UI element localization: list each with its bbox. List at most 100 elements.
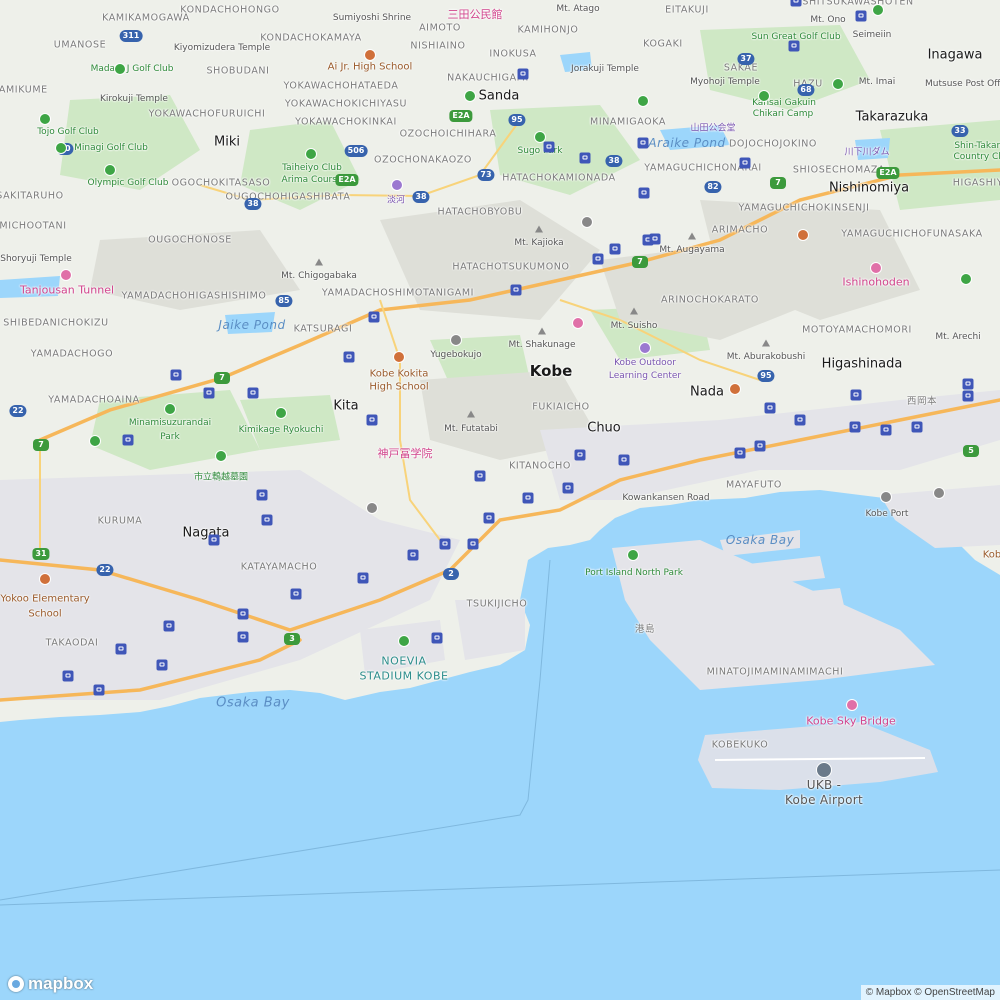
poi-marker-icon[interactable] bbox=[393, 351, 405, 363]
train-station-icon[interactable] bbox=[431, 632, 443, 644]
train-station-icon[interactable] bbox=[247, 387, 259, 399]
poi-marker-icon[interactable] bbox=[581, 216, 593, 228]
train-station-icon[interactable] bbox=[754, 440, 766, 452]
poi-marker-icon[interactable] bbox=[960, 273, 972, 285]
train-station-icon[interactable] bbox=[739, 157, 751, 169]
train-station-icon[interactable] bbox=[649, 233, 661, 245]
mapbox-logo-text: mapbox bbox=[28, 974, 94, 993]
poi-marker-icon[interactable] bbox=[572, 317, 584, 329]
poi-marker-icon[interactable] bbox=[464, 90, 476, 102]
train-station-icon[interactable] bbox=[788, 40, 800, 52]
route-shield: E2A bbox=[876, 167, 900, 179]
route-shield: 2 bbox=[443, 568, 459, 580]
train-station-icon[interactable] bbox=[407, 549, 419, 561]
poi-marker-icon[interactable] bbox=[797, 229, 809, 241]
route-shield: 82 bbox=[704, 181, 722, 193]
train-station-icon[interactable] bbox=[62, 670, 74, 682]
train-station-icon[interactable] bbox=[261, 514, 273, 526]
train-station-icon[interactable] bbox=[439, 538, 451, 550]
train-station-icon[interactable] bbox=[237, 608, 249, 620]
train-station-icon[interactable] bbox=[609, 243, 621, 255]
poi-marker-icon[interactable] bbox=[846, 699, 858, 711]
train-station-icon[interactable] bbox=[156, 659, 168, 671]
poi-marker-icon[interactable] bbox=[391, 179, 403, 191]
train-station-icon[interactable] bbox=[366, 414, 378, 426]
poi-marker-icon[interactable] bbox=[832, 78, 844, 90]
train-station-icon[interactable] bbox=[579, 152, 591, 164]
poi-marker-icon[interactable] bbox=[39, 573, 51, 585]
train-station-icon[interactable] bbox=[574, 449, 586, 461]
poi-marker-icon[interactable] bbox=[639, 342, 651, 354]
train-station-icon[interactable] bbox=[517, 68, 529, 80]
poi-marker-icon[interactable] bbox=[104, 164, 116, 176]
train-station-icon[interactable] bbox=[962, 390, 974, 402]
poi-marker-icon[interactable] bbox=[872, 4, 884, 16]
train-station-icon[interactable] bbox=[368, 311, 380, 323]
map-canvas[interactable] bbox=[0, 0, 1000, 1000]
train-station-icon[interactable] bbox=[855, 10, 867, 22]
train-station-icon[interactable] bbox=[592, 253, 604, 265]
poi-marker-icon[interactable] bbox=[39, 113, 51, 125]
poi-marker-icon[interactable] bbox=[164, 403, 176, 415]
train-station-icon[interactable] bbox=[163, 620, 175, 632]
train-station-icon[interactable] bbox=[474, 470, 486, 482]
poi-marker-icon[interactable] bbox=[870, 262, 882, 274]
train-station-icon[interactable] bbox=[962, 378, 974, 390]
train-station-icon[interactable] bbox=[357, 572, 369, 584]
poi-marker-icon[interactable] bbox=[627, 549, 639, 561]
train-station-icon[interactable] bbox=[290, 588, 302, 600]
train-station-icon[interactable] bbox=[256, 489, 268, 501]
train-station-icon[interactable] bbox=[618, 454, 630, 466]
train-station-icon[interactable] bbox=[850, 389, 862, 401]
poi-marker-icon[interactable] bbox=[305, 148, 317, 160]
route-shield: 68 bbox=[797, 84, 815, 96]
poi-marker-icon[interactable] bbox=[55, 142, 67, 154]
poi-marker-icon[interactable] bbox=[275, 407, 287, 419]
mapbox-logo-icon bbox=[8, 976, 24, 992]
train-station-icon[interactable] bbox=[734, 447, 746, 459]
train-station-icon[interactable] bbox=[543, 141, 555, 153]
poi-marker-icon[interactable] bbox=[933, 487, 945, 499]
train-station-icon[interactable] bbox=[764, 402, 776, 414]
poi-marker-icon[interactable] bbox=[364, 49, 376, 61]
train-station-icon[interactable] bbox=[911, 421, 923, 433]
train-station-icon[interactable] bbox=[208, 534, 220, 546]
train-station-icon[interactable] bbox=[562, 482, 574, 494]
poi-marker-icon[interactable] bbox=[60, 269, 72, 281]
mapbox-logo[interactable]: mapbox bbox=[8, 974, 93, 994]
train-station-icon[interactable] bbox=[115, 643, 127, 655]
poi-marker-icon[interactable] bbox=[398, 635, 410, 647]
train-station-icon[interactable] bbox=[467, 538, 479, 550]
poi-marker-icon[interactable] bbox=[89, 435, 101, 447]
train-station-icon[interactable] bbox=[483, 512, 495, 524]
poi-marker-icon[interactable] bbox=[366, 502, 378, 514]
poi-marker-icon[interactable] bbox=[729, 383, 741, 395]
train-station-icon[interactable] bbox=[122, 434, 134, 446]
route-shield: E2A bbox=[449, 110, 473, 122]
poi-marker-icon[interactable] bbox=[758, 90, 770, 102]
poi-marker-icon[interactable] bbox=[215, 450, 227, 462]
train-station-icon[interactable] bbox=[510, 284, 522, 296]
train-station-icon[interactable] bbox=[790, 0, 802, 7]
train-station-icon[interactable] bbox=[237, 631, 249, 643]
poi-marker-icon[interactable] bbox=[534, 131, 546, 143]
poi-marker-icon[interactable] bbox=[880, 491, 892, 503]
train-station-icon[interactable] bbox=[343, 351, 355, 363]
mountain-peak-icon bbox=[538, 327, 546, 335]
route-shield: 7 bbox=[770, 177, 786, 189]
route-shield: 7 bbox=[214, 372, 230, 384]
train-station-icon[interactable] bbox=[637, 137, 649, 149]
train-station-icon[interactable] bbox=[170, 369, 182, 381]
airport-icon[interactable] bbox=[816, 762, 832, 778]
train-station-icon[interactable] bbox=[638, 187, 650, 199]
train-station-icon[interactable] bbox=[203, 387, 215, 399]
train-station-icon[interactable] bbox=[849, 421, 861, 433]
poi-marker-icon[interactable] bbox=[637, 95, 649, 107]
map-attribution[interactable]: © Mapbox © OpenStreetMap bbox=[860, 985, 1000, 1000]
train-station-icon[interactable] bbox=[522, 492, 534, 504]
train-station-icon[interactable] bbox=[880, 424, 892, 436]
poi-marker-icon[interactable] bbox=[450, 334, 462, 346]
poi-marker-icon[interactable] bbox=[114, 63, 126, 75]
train-station-icon[interactable] bbox=[794, 414, 806, 426]
train-station-icon[interactable] bbox=[93, 684, 105, 696]
